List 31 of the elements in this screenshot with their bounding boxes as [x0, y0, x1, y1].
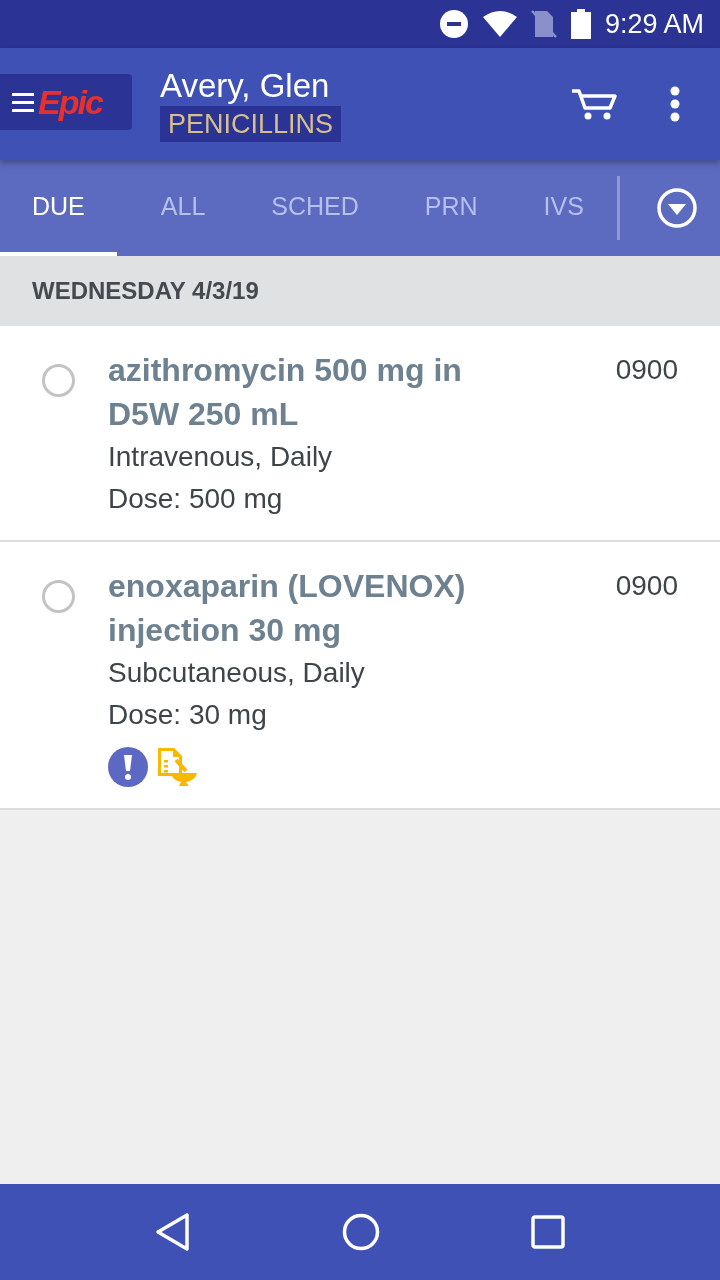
wifi-icon [482, 11, 517, 37]
back-icon[interactable] [155, 1212, 192, 1252]
medication-name[interactable]: enoxaparin (LOVENOX) injection 30 mg [108, 564, 528, 652]
radio-button[interactable] [42, 364, 75, 397]
radio-button[interactable] [42, 580, 75, 613]
medication-dose: Dose: 30 mg [108, 698, 267, 732]
more-options-icon[interactable] [670, 86, 680, 122]
patient-name: Avery, Glen [160, 66, 330, 106]
menu-logo-button[interactable]: Epic [0, 74, 132, 130]
status-time: 9:29 AM [604, 8, 704, 40]
tab[interactable]: SCHED [249, 160, 381, 256]
menu-icon [12, 91, 34, 113]
home-icon[interactable] [342, 1213, 380, 1251]
alert-icon[interactable] [108, 747, 148, 787]
no-sim-icon [530, 9, 557, 39]
medication-dose: Dose: 500 mg [108, 482, 283, 516]
tab[interactable]: IVS [521, 160, 606, 256]
dropdown-icon[interactable] [655, 187, 698, 229]
battery-icon [570, 9, 591, 39]
tab[interactable]: ALL [138, 160, 228, 256]
due-time: 0900 [615, 570, 678, 602]
tab[interactable]: PRN [402, 160, 500, 256]
due-time: 0900 [615, 354, 678, 386]
cart-icon[interactable] [570, 88, 618, 120]
allergy-badge: PENICILLINS [160, 106, 342, 142]
medication-route: Subcutaneous, Daily [108, 656, 365, 690]
do-not-disturb-icon [438, 9, 469, 39]
date-header: WEDNESDAY 4/3/19 [0, 256, 720, 326]
medication-name[interactable]: azithromycin 500 mg in D5W 250 mL [108, 348, 528, 436]
medication-route: Intravenous, Daily [108, 440, 333, 474]
recents-icon[interactable] [530, 1215, 565, 1249]
